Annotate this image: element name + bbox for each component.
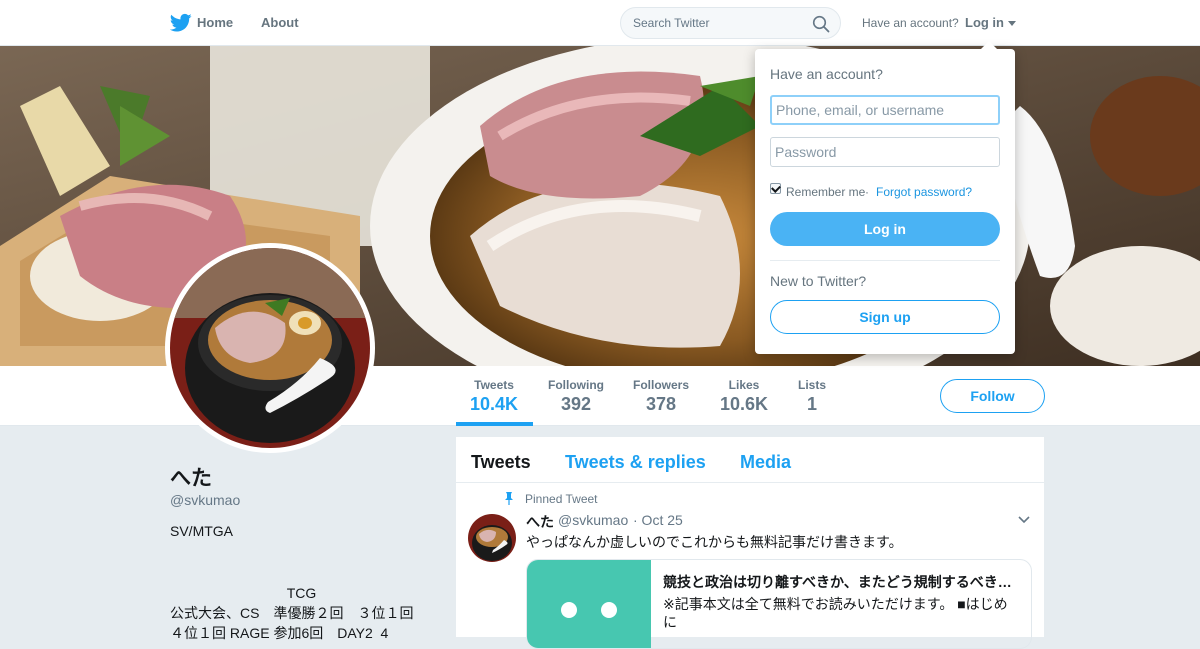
card-thumbnail-dot bbox=[561, 602, 577, 618]
profile-bio-continued: TCG 公式大会、CS 準優勝２回 ３位１回 ４位１回 RAGE 参加6回 DA… bbox=[170, 585, 414, 641]
profile-avatar[interactable] bbox=[165, 243, 375, 453]
tweet-author-name[interactable]: へた bbox=[526, 512, 554, 532]
stat-lists[interactable]: Lists 1 bbox=[798, 378, 826, 415]
stat-value: 392 bbox=[560, 394, 592, 414]
divider bbox=[770, 260, 1000, 261]
follow-button[interactable]: Follow bbox=[940, 379, 1045, 413]
top-navigation: Home About Search Twitter Have an accoun… bbox=[0, 0, 1200, 46]
tab-media[interactable]: Media bbox=[740, 452, 791, 473]
timeline-tabs: Tweets Tweets & replies Media bbox=[456, 437, 1044, 483]
stat-tweets[interactable]: Tweets 10.4K bbox=[470, 378, 518, 415]
tweet-date[interactable]: · Oct 25 bbox=[633, 512, 683, 528]
separator-dot: · bbox=[865, 185, 869, 199]
tweet-text: やっぱなんか虚しいのでこれからも無料記事だけ書きます。 bbox=[526, 534, 903, 550]
profile-handle[interactable]: @svkumao bbox=[170, 492, 240, 508]
nav-home-link[interactable]: Home bbox=[197, 15, 233, 30]
login-menu-button[interactable]: Log in bbox=[965, 15, 1004, 30]
forgot-password-link[interactable]: Forgot password? bbox=[876, 185, 972, 199]
stat-followers[interactable]: Followers 378 bbox=[633, 378, 689, 415]
search-icon[interactable] bbox=[812, 15, 830, 33]
stat-label: Likes bbox=[728, 378, 760, 392]
have-account-text: Have an account? bbox=[862, 16, 959, 30]
remember-me-label[interactable]: Remember me bbox=[786, 185, 865, 199]
search-input[interactable]: Search Twitter bbox=[633, 16, 709, 30]
pin-icon bbox=[505, 492, 513, 505]
chevron-down-icon[interactable] bbox=[1008, 21, 1016, 26]
card-title: 競技と政治は切り離すべきか、またどう規制するべきか？ bbox=[663, 574, 1021, 590]
pinned-tweet-label: Pinned Tweet bbox=[525, 492, 598, 506]
dropdown-title: Have an account? bbox=[770, 66, 883, 82]
tab-tweets-replies[interactable]: Tweets & replies bbox=[565, 452, 706, 473]
nav-about-link[interactable]: About bbox=[261, 15, 299, 30]
stat-label: Lists bbox=[798, 378, 827, 392]
stat-label: Following bbox=[548, 378, 604, 392]
profile-name: へた bbox=[170, 467, 212, 490]
stat-value: 1 bbox=[807, 394, 818, 414]
stat-following[interactable]: Following 392 bbox=[548, 378, 604, 415]
stat-likes[interactable]: Likes 10.6K bbox=[720, 378, 768, 415]
username-field[interactable] bbox=[770, 95, 1000, 125]
new-to-twitter-text: New to Twitter? bbox=[770, 273, 867, 289]
tab-tweets[interactable]: Tweets bbox=[471, 452, 531, 473]
password-field[interactable] bbox=[770, 137, 1000, 167]
card-thumbnail bbox=[527, 560, 651, 648]
stat-value: 378 bbox=[645, 394, 677, 414]
stat-label: Tweets bbox=[474, 378, 514, 392]
tweet-avatar[interactable] bbox=[468, 514, 516, 562]
twitter-bird-icon[interactable] bbox=[170, 13, 192, 33]
card-description: ※記事本文は全て無料でお読みいただけます。 ■はじめに bbox=[663, 596, 1008, 630]
stat-value: 10.6K bbox=[720, 394, 769, 414]
chevron-down-icon[interactable] bbox=[1018, 516, 1030, 524]
profile-bio: SV/MTGA bbox=[170, 523, 234, 539]
stat-value: 10.4K bbox=[470, 394, 519, 414]
card-thumbnail-dot bbox=[601, 602, 617, 618]
stat-label: Followers bbox=[633, 378, 690, 392]
search-box[interactable]: Search Twitter bbox=[620, 7, 841, 39]
remember-me-checkbox[interactable] bbox=[770, 183, 781, 194]
active-tab-indicator bbox=[456, 422, 533, 426]
timeline: Tweets Tweets & replies Media Pinned Twe… bbox=[456, 437, 1044, 649]
tweet-link-card[interactable]: 競技と政治は切り離すべきか、またどう規制するべきか？ ※記事本文は全て無料でお読… bbox=[526, 559, 1032, 649]
tweet-author-handle[interactable]: @svkumao bbox=[558, 512, 628, 528]
login-dropdown: Have an account? Remember me · Forgot pa… bbox=[755, 41, 1015, 354]
login-button[interactable]: Log in bbox=[770, 212, 1000, 246]
signup-button[interactable]: Sign up bbox=[770, 300, 1000, 334]
